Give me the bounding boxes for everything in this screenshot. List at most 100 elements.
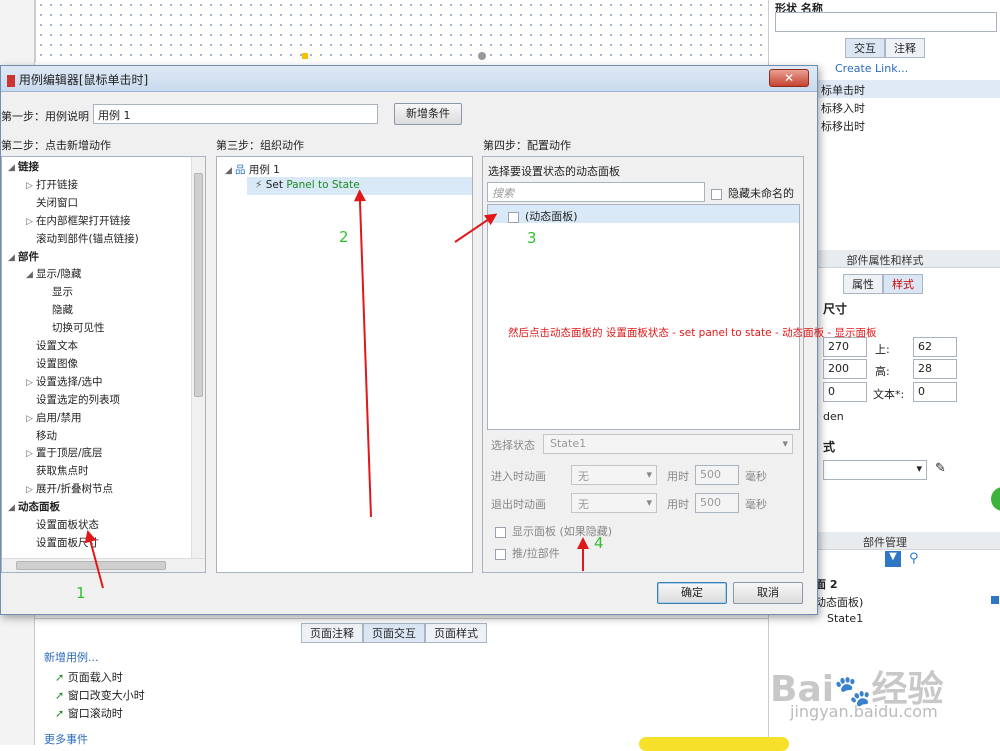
filter-icon[interactable]: ▼: [885, 551, 901, 567]
case-tree-icon: 品: [235, 164, 246, 176]
page-event[interactable]: 窗口滚动时: [68, 707, 123, 720]
collapse-icon[interactable]: ◢: [225, 166, 235, 176]
expander-icon[interactable]: ▷: [26, 449, 36, 459]
action-tree-label: 切换可见性: [52, 322, 105, 335]
style-dropdown[interactable]: ▾: [823, 460, 927, 480]
text-rotation-input[interactable]: 0: [913, 382, 957, 402]
action-tree-item[interactable]: 切换可见性: [42, 320, 105, 335]
panel-search-input[interactable]: 搜索: [487, 182, 705, 202]
expander-icon[interactable]: ◢: [8, 503, 18, 513]
bottom-panel: 页面注释 页面交互 页面样式 新增用例... ➚ 页面载入时 ➚ 窗口改变大小时 ➚…: [35, 618, 789, 751]
configure-action-box: 选择要设置状态的动态面板 搜索 隐藏未命名的 (动态面板) 然后点击动态面板的 …: [482, 156, 877, 573]
action-tree-item[interactable]: ▷ 打开链接: [26, 177, 78, 192]
action-tree-item[interactable]: 设置文本: [26, 338, 78, 353]
panel-checkbox[interactable]: [508, 211, 519, 223]
show-panel-checkbox[interactable]: [495, 526, 506, 538]
ok-button[interactable]: 确定: [657, 582, 727, 604]
expander-icon[interactable]: ▷: [26, 414, 36, 424]
enter-duration-input[interactable]: 500: [695, 465, 739, 485]
expander-icon[interactable]: ▷: [26, 485, 36, 495]
action-tree-item[interactable]: ◢ 显示/隐藏: [26, 266, 82, 281]
select-panel-label: 选择要设置状态的动态面板: [488, 165, 620, 178]
expander-icon[interactable]: ▷: [26, 378, 36, 388]
hscroll-thumb[interactable]: [16, 561, 166, 570]
app-icon: [7, 74, 15, 87]
width-input[interactable]: 200: [823, 359, 867, 379]
action-tree-label: 关闭窗口: [36, 196, 78, 209]
event-item[interactable]: 标单击时: [821, 82, 865, 98]
action-tree-item[interactable]: ▷ 展开/折叠树节点: [26, 481, 113, 496]
rotation-input[interactable]: 0: [823, 382, 867, 402]
action-tree-item[interactable]: 隐藏: [42, 302, 73, 317]
tab-page-notes[interactable]: 页面注释: [301, 623, 363, 643]
dialog-titlebar[interactable]: 用例编辑器[鼠标单击时] ✕: [1, 66, 817, 92]
expander-icon[interactable]: ◢: [8, 163, 18, 173]
action-tree-item[interactable]: 显示: [42, 284, 73, 299]
action-tree-label: 部件: [18, 250, 39, 263]
expander-icon[interactable]: ◢: [26, 270, 36, 280]
x-input[interactable]: 270: [823, 337, 867, 357]
canvas-selection-handle[interactable]: [302, 53, 308, 59]
create-link[interactable]: Create Link...: [835, 62, 908, 75]
expander-icon[interactable]: ▷: [26, 181, 36, 191]
exit-duration-input[interactable]: 500: [695, 493, 739, 513]
parts-state-item[interactable]: State1: [827, 612, 863, 625]
props-tab-attr[interactable]: 属性: [843, 274, 883, 294]
shape-name-input[interactable]: [775, 12, 997, 32]
search-icon[interactable]: ⚲: [909, 551, 919, 566]
tab-interaction[interactable]: 交互: [845, 38, 885, 58]
action-tree-item[interactable]: ▷ 启用/禁用: [26, 410, 82, 425]
expander-icon[interactable]: ◢: [8, 253, 18, 263]
hidden-label: den: [823, 410, 844, 423]
design-canvas[interactable]: [35, 0, 765, 62]
action-tree-item[interactable]: ▷ 设置选择/选中: [26, 374, 103, 389]
actions-scrollbar[interactable]: [191, 157, 205, 559]
select-state-dropdown[interactable]: State1: [543, 434, 793, 454]
action-tree-item[interactable]: ◢ 部件: [8, 249, 39, 264]
add-condition-button[interactable]: 新增条件: [394, 103, 462, 125]
parts-panel-item[interactable]: 动态面板): [815, 594, 863, 610]
parts-page[interactable]: 面 2: [815, 576, 837, 592]
case-root[interactable]: 用例 1: [249, 164, 280, 176]
height-input[interactable]: 28: [913, 359, 957, 379]
event-item[interactable]: 标移出时: [821, 118, 865, 134]
props-tab-style[interactable]: 样式: [883, 274, 923, 294]
tab-page-style[interactable]: 页面样式: [425, 623, 487, 643]
action-tree-item[interactable]: 设置选定的列表项: [26, 392, 120, 407]
actions-hscrollbar[interactable]: [2, 558, 205, 572]
action-tree-item[interactable]: 移动: [26, 428, 57, 443]
close-button[interactable]: ✕: [769, 69, 809, 87]
action-tree-item[interactable]: 关闭窗口: [26, 195, 78, 210]
exit-anim-dropdown[interactable]: 无: [571, 493, 657, 513]
top-input[interactable]: 62: [913, 337, 957, 357]
cancel-button[interactable]: 取消: [733, 582, 803, 604]
action-tree-item[interactable]: ▷ 在内部框架打开链接: [26, 213, 131, 228]
action-text[interactable]: Panel to State: [286, 179, 359, 191]
action-tree-label: 设置选定的列表项: [36, 393, 120, 406]
action-tree-item[interactable]: ▷ 置于顶层/底层: [26, 445, 103, 460]
push-pull-checkbox[interactable]: [495, 548, 506, 560]
action-tree-label: 打开链接: [36, 178, 78, 191]
case-name-input[interactable]: 用例 1: [93, 104, 378, 124]
action-tree-label: 在内部框架打开链接: [36, 214, 131, 227]
enter-anim-dropdown[interactable]: 无: [571, 465, 657, 485]
page-event[interactable]: 窗口改变大小时: [68, 689, 145, 702]
action-tree-item[interactable]: 滚动到部件(锚点链接): [26, 231, 139, 246]
hide-unnamed-checkbox[interactable]: [711, 188, 722, 200]
action-tree-item[interactable]: ◢ 链接: [8, 159, 39, 174]
top-label: 上:: [875, 343, 890, 356]
style-edit-icon[interactable]: ✎: [935, 461, 946, 476]
scroll-thumb[interactable]: [194, 173, 203, 397]
tab-notes[interactable]: 注释: [885, 38, 925, 58]
add-case-link[interactable]: 新增用例...: [44, 649, 99, 665]
expander-icon[interactable]: ▷: [26, 217, 36, 227]
action-tree-item[interactable]: ◢ 动态面板: [8, 499, 60, 514]
visibility-icon[interactable]: [991, 596, 999, 604]
tab-page-interaction[interactable]: 页面交互: [363, 623, 425, 643]
action-tree-item[interactable]: 设置图像: [26, 356, 78, 371]
page-event[interactable]: 页面载入时: [68, 671, 123, 684]
canvas-rotate-handle[interactable]: [478, 52, 486, 60]
event-item[interactable]: 标移入时: [821, 100, 865, 116]
action-tree-item[interactable]: 获取焦点时: [26, 463, 89, 478]
panel-item-label[interactable]: (动态面板): [525, 210, 578, 223]
